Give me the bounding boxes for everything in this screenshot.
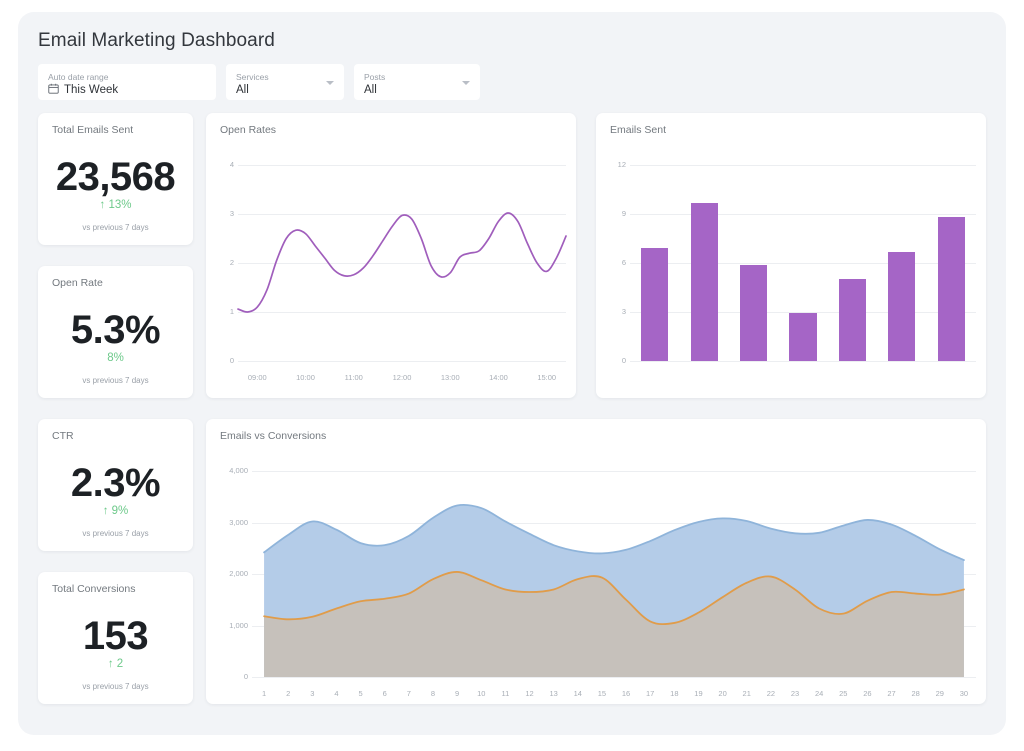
y-axis-tick-label: 3: [602, 307, 626, 316]
kpi-card-open-rate[interactable]: Open Rate 5.3% 8% vs previous 7 days: [38, 266, 193, 398]
kpi-footnote: vs previous 7 days: [38, 529, 193, 538]
kpi-card-total-conversions[interactable]: Total Conversions 153 ↑ 2 vs previous 7 …: [38, 572, 193, 704]
kpi-title: Total Emails Sent: [52, 124, 133, 136]
calendar-icon: [48, 83, 59, 97]
y-axis-tick-label: 6: [602, 258, 626, 267]
chart-card-open-rates[interactable]: Open Rates 0123409:0010:0011:0012:0013:0…: [206, 113, 576, 398]
x-axis-tick-label: 10:00: [286, 373, 326, 382]
x-axis-tick-label: 30: [950, 689, 978, 698]
bar[interactable]: [641, 248, 668, 361]
filter-services[interactable]: Services All: [226, 64, 344, 100]
x-axis-tick-label: 12:00: [382, 373, 422, 382]
kpi-delta: 8%: [38, 352, 193, 364]
page-title: Email Marketing Dashboard: [38, 30, 275, 52]
y-axis-tick-label: 9: [602, 209, 626, 218]
dashboard-panel: Email Marketing Dashboard Auto date rang…: [18, 12, 1006, 735]
filter-posts[interactable]: Posts All: [354, 64, 480, 100]
bar[interactable]: [740, 265, 767, 361]
kpi-title: CTR: [52, 430, 74, 442]
grid-line: [630, 361, 976, 362]
kpi-value: 153: [38, 614, 193, 659]
emails-vs-conversions-series: [206, 419, 986, 704]
filter-auto-date-range[interactable]: Auto date range This Week: [38, 64, 216, 100]
chart-card-emails-sent[interactable]: Emails Sent 036912: [596, 113, 986, 398]
bar[interactable]: [691, 203, 718, 361]
kpi-footnote: vs previous 7 days: [38, 223, 193, 232]
x-axis-tick-label: 15:00: [527, 373, 567, 382]
x-axis-tick-label: 11:00: [334, 373, 374, 382]
bar[interactable]: [839, 279, 866, 361]
kpi-card-total-emails-sent[interactable]: Total Emails Sent 23,568 ↑ 13% vs previo…: [38, 113, 193, 245]
filter-value: All: [364, 83, 377, 97]
kpi-title: Open Rate: [52, 277, 103, 289]
emails-vs-conversions-plot: 01,0002,0003,0004,0001234567891011121314…: [206, 419, 986, 704]
grid-line: [630, 263, 976, 264]
grid-line: [630, 214, 976, 215]
y-axis-tick-label: 12: [602, 160, 626, 169]
bar[interactable]: [789, 313, 816, 361]
x-axis-tick-label: 09:00: [237, 373, 277, 382]
kpi-title: Total Conversions: [52, 583, 135, 595]
kpi-value: 23,568: [38, 155, 193, 200]
chevron-down-icon[interactable]: [326, 81, 334, 85]
kpi-footnote: vs previous 7 days: [38, 682, 193, 691]
x-axis-tick-label: 13:00: [430, 373, 470, 382]
y-axis-tick-label: 0: [602, 356, 626, 365]
chart-card-emails-vs-conversions[interactable]: Emails vs Conversions 01,0002,0003,0004,…: [206, 419, 986, 704]
open-rates-plot: 0123409:0010:0011:0012:0013:0014:0015:00: [206, 113, 576, 398]
kpi-value: 5.3%: [38, 308, 193, 353]
filter-value: All: [236, 83, 249, 97]
bar[interactable]: [888, 252, 915, 361]
kpi-delta: ↑ 2: [38, 658, 193, 670]
grid-line: [630, 165, 976, 166]
filter-label: Services: [236, 72, 334, 83]
bar[interactable]: [938, 217, 965, 361]
filter-value: This Week: [64, 83, 118, 97]
filter-bar: Auto date range This Week Services All: [38, 64, 480, 100]
emails-sent-plot: 0 3 6 9 12: [596, 113, 986, 398]
kpi-footnote: vs previous 7 days: [38, 376, 193, 385]
filter-label: Auto date range: [48, 72, 206, 83]
x-axis-tick-label: 14:00: [478, 373, 518, 382]
kpi-delta: ↑ 13%: [38, 199, 193, 211]
filter-label: Posts: [364, 72, 470, 83]
kpi-card-ctr[interactable]: CTR 2.3% ↑ 9% vs previous 7 days: [38, 419, 193, 551]
kpi-delta: ↑ 9%: [38, 505, 193, 517]
chevron-down-icon[interactable]: [462, 81, 470, 85]
open-rates-line-series: [206, 113, 576, 398]
kpi-value: 2.3%: [38, 461, 193, 506]
